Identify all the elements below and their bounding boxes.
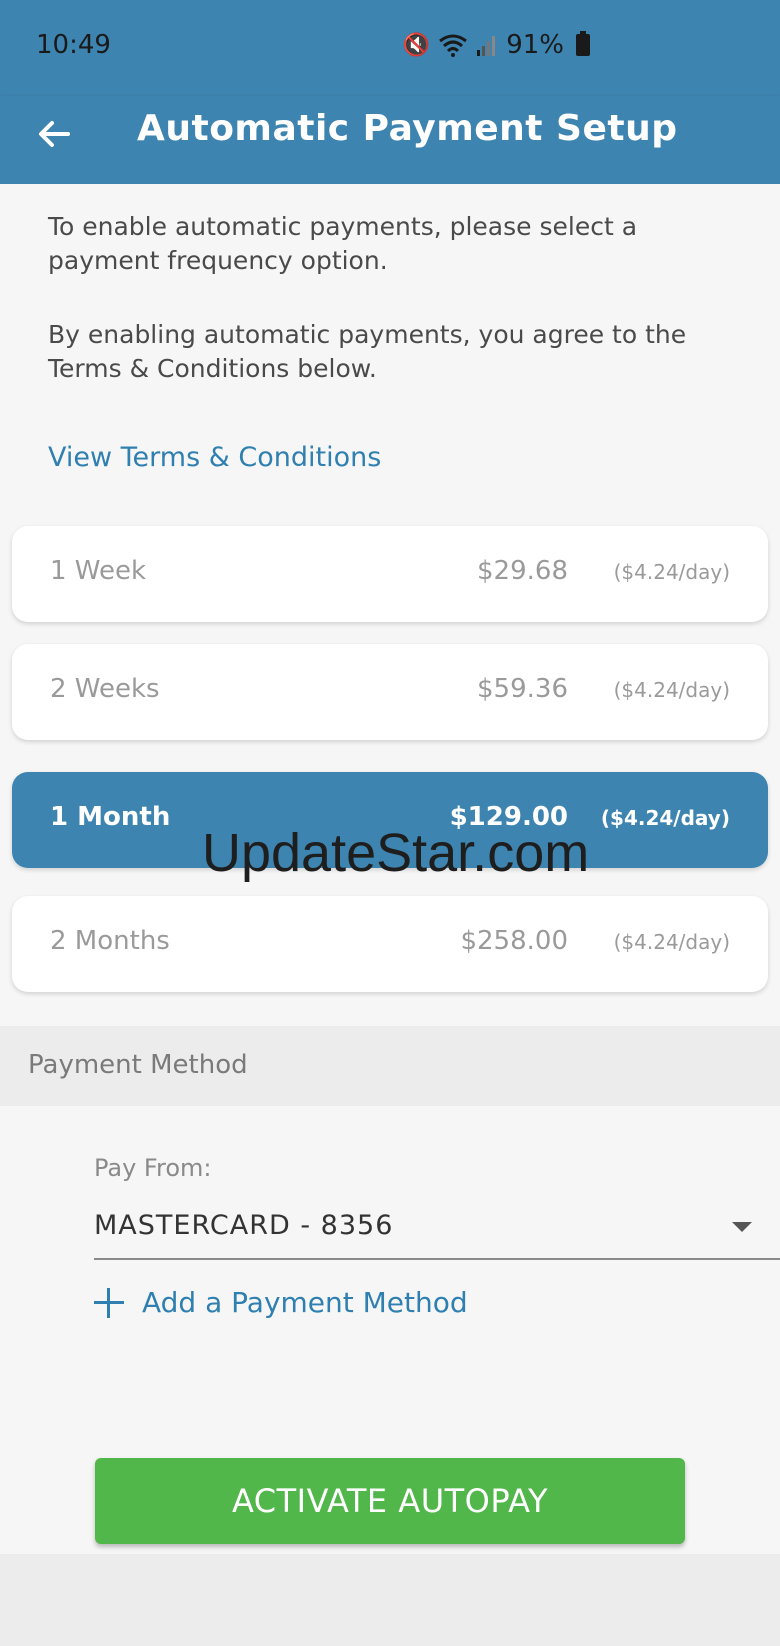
add-payment-method-label: Add a Payment Method <box>142 1286 468 1319</box>
payment-method-select[interactable]: MASTERCARD - 8356 <box>94 1198 780 1260</box>
option-1-week[interactable]: 1 Week $29.68 ($4.24/day) <box>12 526 768 622</box>
mute-icon: 🔇 <box>402 32 431 58</box>
add-payment-method-button[interactable]: Add a Payment Method <box>94 1286 468 1319</box>
status-time: 10:49 <box>36 30 111 60</box>
option-2-weeks[interactable]: 2 Weeks $59.36 ($4.24/day) <box>12 644 768 740</box>
bottom-band <box>0 1554 780 1646</box>
frequency-section: To enable automatic payments, please sel… <box>0 184 780 1026</box>
option-price: $29.68 <box>477 556 568 586</box>
plus-icon <box>94 1287 124 1318</box>
option-label: 1 Week <box>50 556 147 586</box>
option-per-day: ($4.24/day) <box>600 806 730 830</box>
status-bar: 10:49 🔇 91% <box>0 0 780 96</box>
option-per-day: ($4.24/day) <box>613 930 730 954</box>
option-price: $258.00 <box>460 926 568 956</box>
option-2-months[interactable]: 2 Months $258.00 ($4.24/day) <box>12 896 768 992</box>
dropdown-arrow-icon <box>732 1222 752 1232</box>
activate-autopay-button[interactable]: ACTIVATE AUTOPAY <box>95 1458 685 1544</box>
view-terms-link[interactable]: View Terms & Conditions <box>48 442 381 473</box>
option-price: $129.00 <box>449 802 568 832</box>
intro-text: To enable automatic payments, please sel… <box>48 212 638 275</box>
arrow-left-icon[interactable] <box>30 110 78 158</box>
option-label: 2 Months <box>50 926 170 956</box>
battery-percentage: 91% <box>506 30 564 60</box>
payment-method-header: Payment Method <box>0 1026 780 1106</box>
option-1-month[interactable]: 1 Month $129.00 ($4.24/day) UpdateStar.c… <box>12 772 768 883</box>
page-title: Automatic Payment Setup <box>137 108 678 149</box>
option-per-day: ($4.24/day) <box>613 560 730 584</box>
option-label: 1 Month <box>50 802 171 832</box>
option-per-day: ($4.24/day) <box>613 678 730 702</box>
wifi-icon <box>439 34 468 57</box>
signal-icon <box>477 36 496 56</box>
option-label: 2 Weeks <box>50 674 160 704</box>
app-bar: Automatic Payment Setup <box>0 96 780 184</box>
section-title: Payment Method <box>28 1050 248 1080</box>
option-price: $59.36 <box>477 674 568 704</box>
battery-icon <box>576 31 590 56</box>
pay-from-label: Pay From: <box>94 1154 212 1182</box>
agreement-text: By enabling automatic payments, you agre… <box>48 320 687 383</box>
selected-payment-method: MASTERCARD - 8356 <box>94 1210 394 1241</box>
status-icons: 🔇 91% <box>403 30 590 60</box>
